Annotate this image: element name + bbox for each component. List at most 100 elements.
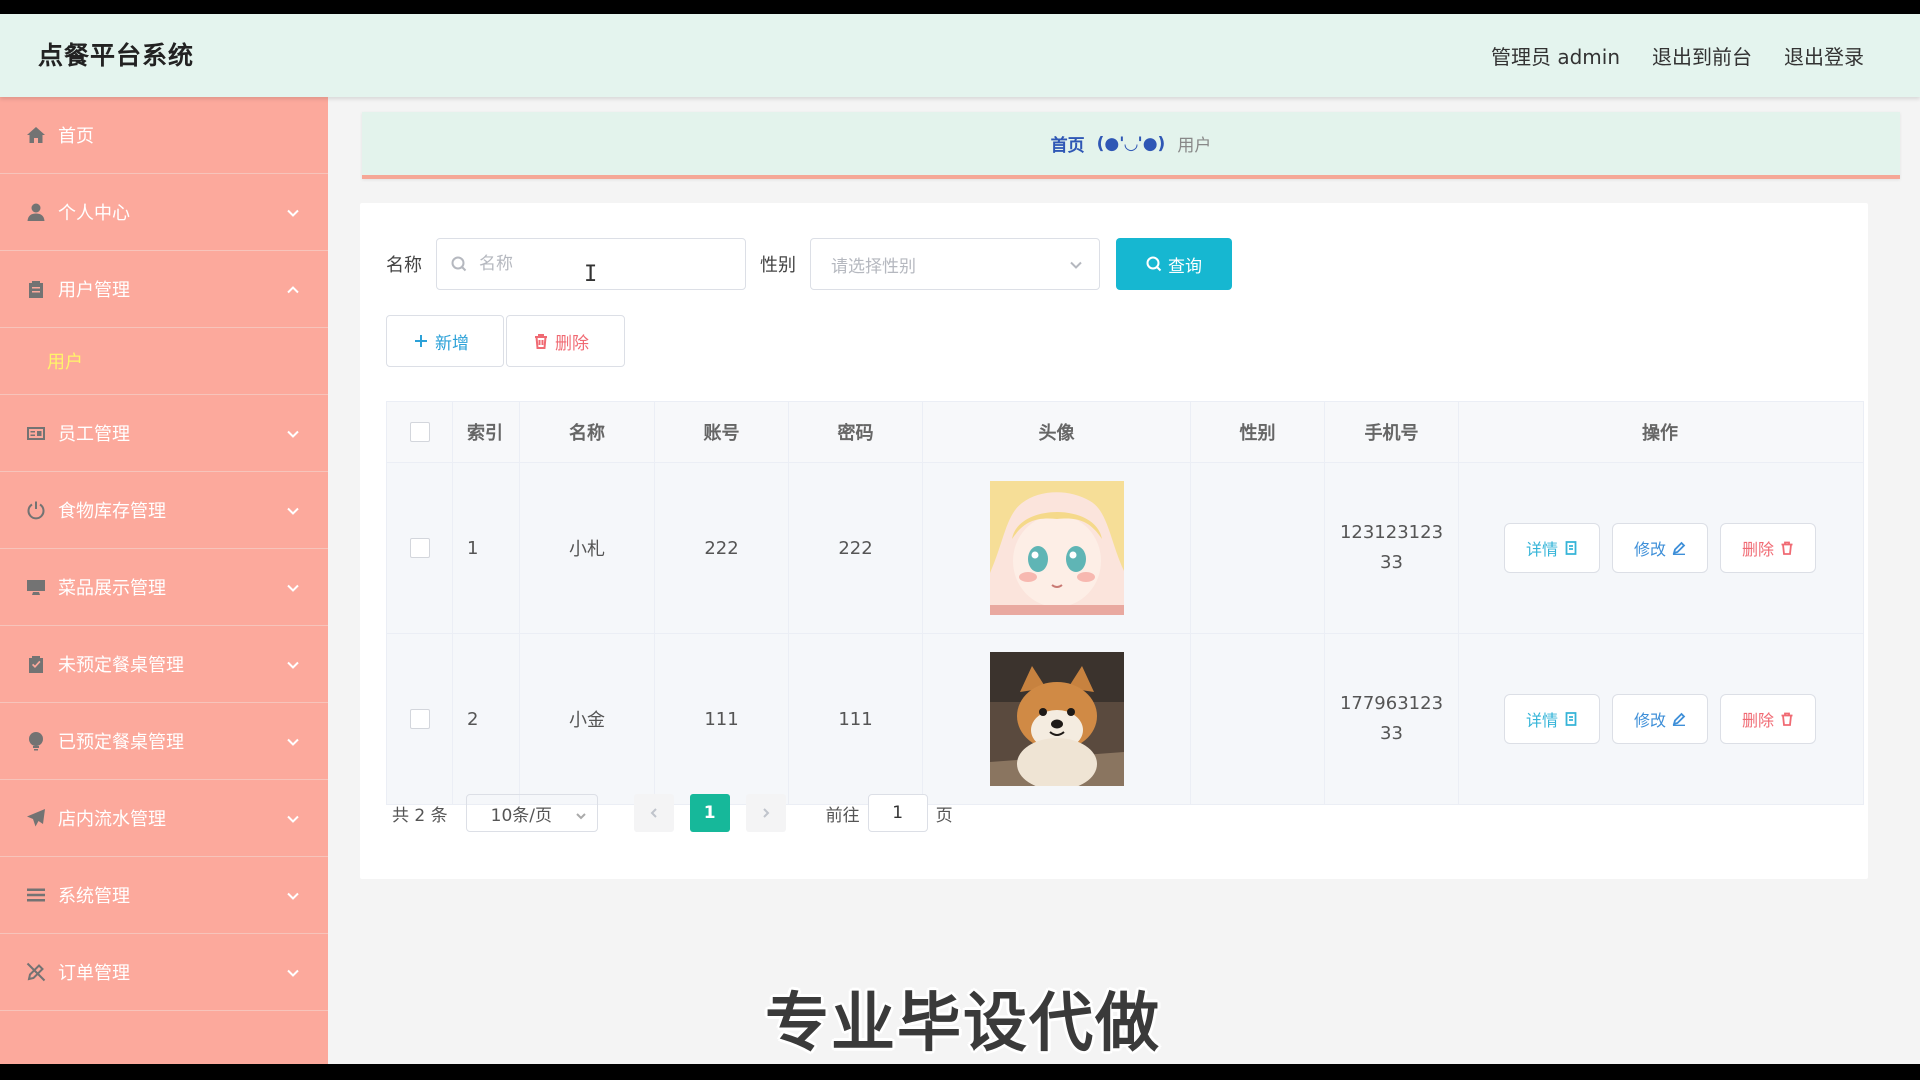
total-count: 共 2 条 (392, 805, 448, 826)
row-delete-button[interactable]: 删除 (1720, 523, 1816, 573)
action-buttons: 新增 删除 (386, 315, 627, 367)
sidebar-item-food-inventory[interactable]: 食物库存管理 (0, 472, 328, 549)
sidebar-item-home[interactable]: 首页 (0, 97, 328, 174)
chevron-right-icon (762, 808, 770, 818)
send-icon (26, 808, 46, 828)
document-icon (1565, 712, 1577, 726)
sidebar-item-order-management[interactable]: 订单管理 (0, 934, 328, 1011)
avatar-cell (923, 463, 1191, 633)
sidebar-item-label: 食物库存管理 (58, 501, 166, 522)
sidebar-item-label: 菜品展示管理 (58, 578, 166, 599)
power-icon (26, 500, 46, 520)
chevron-down-icon (286, 205, 300, 219)
bulb-icon (26, 731, 46, 751)
prev-page-button[interactable] (633, 794, 674, 832)
breadcrumb-home[interactable]: 首页 (1051, 131, 1085, 156)
sidebar-item-system-management[interactable]: 系统管理 (0, 857, 328, 934)
add-button[interactable]: 新增 (386, 315, 504, 367)
sidebar-subitem-users[interactable]: 用户 (0, 328, 328, 395)
sidebar-item-dish-display[interactable]: 菜品展示管理 (0, 549, 328, 626)
chevron-down-icon (575, 807, 587, 827)
sidebar-item-cash-flow[interactable]: 店内流水管理 (0, 780, 328, 857)
user-icon (26, 202, 46, 222)
chevron-down-icon (286, 965, 300, 979)
home-icon (26, 125, 46, 145)
chevron-left-icon (650, 808, 657, 818)
page-number-button[interactable]: 1 (689, 794, 730, 832)
name-search-input[interactable] (477, 253, 721, 275)
column-header: 操作 (1642, 423, 1678, 444)
goto-page-input[interactable] (867, 794, 928, 832)
name-cell: 小札 (520, 463, 655, 633)
sidebar-item-reserved-tables[interactable]: 已预定餐桌管理 (0, 703, 328, 780)
chevron-down-icon (286, 503, 300, 517)
current-user-label: 管理员 admin (1490, 45, 1620, 69)
content-panel: 名称 性别 请选择性别 查询 新增 (360, 203, 1868, 879)
sex-cell (1191, 634, 1325, 804)
index-cell: 2 (453, 634, 520, 804)
sidebar-item-label: 未预定餐桌管理 (58, 655, 184, 676)
chevron-down-icon (286, 734, 300, 748)
edit-button[interactable]: 修改 (1612, 694, 1708, 744)
shiba-dog-avatar (989, 652, 1124, 786)
sidebar-item-label: 用户管理 (58, 280, 130, 301)
index-cell: 1 (453, 463, 520, 633)
column-header: 索引 (453, 402, 520, 462)
edit-button[interactable]: 修改 (1612, 523, 1708, 573)
chevron-up-icon (286, 282, 300, 296)
batch-delete-button[interactable]: 删除 (506, 315, 625, 367)
detail-button-label: 详情 (1525, 711, 1558, 730)
sidebar-subitem-label: 用户 (47, 352, 83, 373)
sidebar: 首页 个人中心 用户管理 用户 员工管理 食物库存管理 菜品展示管理 未预定餐桌… (0, 97, 328, 1064)
avatar-cell (923, 634, 1191, 804)
sidebar-item-user-management[interactable]: 用户管理 (0, 251, 328, 328)
plus-icon (415, 335, 427, 347)
delete-button-label: 删除 (555, 333, 589, 354)
page-suffix-label: 页 (935, 805, 953, 826)
add-button-label: 新增 (435, 333, 469, 354)
clipboard-icon (26, 279, 46, 299)
column-header: 密码 (789, 402, 923, 462)
search-form: 名称 性别 请选择性别 查询 (386, 237, 1232, 291)
table-row: 1 小札 222 222 12312312333 详情 修改 删除 (387, 463, 1863, 634)
query-button-label: 查询 (1168, 256, 1202, 277)
exit-to-front-link[interactable]: 退出到前台 (1652, 41, 1752, 70)
sidebar-item-label: 首页 (58, 126, 94, 147)
detail-button[interactable]: 详情 (1504, 694, 1600, 744)
breadcrumb: 首页 (●'◡'●) 用户 (362, 112, 1900, 179)
row-check-cell (387, 634, 453, 804)
phone-cell: 12312312333 (1325, 463, 1459, 633)
column-header: 性别 (1191, 402, 1325, 462)
chevron-down-icon (286, 426, 300, 440)
phone-cell: 17796312333 (1325, 634, 1459, 804)
table-header: 索引 名称 账号 密码 头像 性别 手机号 操作 (387, 402, 1863, 463)
query-button[interactable]: 查询 (1116, 238, 1232, 290)
chevron-down-icon (286, 811, 300, 825)
search-icon (1146, 256, 1162, 272)
pagination: 共 2 条 10条/页 1 前往 页 (392, 793, 953, 833)
top-header: 点餐平台系统 管理员 admin 退出到前台 退出登录 (0, 14, 1920, 97)
goto-label: 前往 (825, 805, 860, 826)
edit-icon (1672, 712, 1686, 726)
page-size-select[interactable]: 10条/页 (465, 794, 598, 832)
logout-link[interactable]: 退出登录 (1784, 41, 1864, 70)
operations-cell: 详情 修改 删除 (1459, 634, 1861, 804)
password-cell: 222 (789, 463, 923, 633)
password-cell: 111 (789, 634, 923, 804)
sidebar-item-unreserved-tables[interactable]: 未预定餐桌管理 (0, 626, 328, 703)
table-row: 2 小金 111 111 17796312333 详情 修改 删除 (387, 634, 1863, 804)
detail-button[interactable]: 详情 (1504, 523, 1600, 573)
sidebar-item-profile[interactable]: 个人中心 (0, 174, 328, 251)
column-header: 账号 (655, 402, 789, 462)
anime-girl-avatar (989, 481, 1124, 615)
next-page-button[interactable] (745, 794, 786, 832)
detail-button-label: 详情 (1525, 540, 1558, 559)
search-icon (451, 256, 467, 272)
sidebar-item-staff-management[interactable]: 员工管理 (0, 395, 328, 472)
row-checkbox[interactable] (409, 709, 430, 729)
row-delete-button[interactable]: 删除 (1720, 694, 1816, 744)
select-all-checkbox[interactable] (409, 422, 430, 442)
breadcrumb-current: 用户 (1177, 136, 1212, 156)
sex-select[interactable]: 请选择性别 (810, 238, 1100, 290)
row-checkbox[interactable] (409, 538, 430, 558)
